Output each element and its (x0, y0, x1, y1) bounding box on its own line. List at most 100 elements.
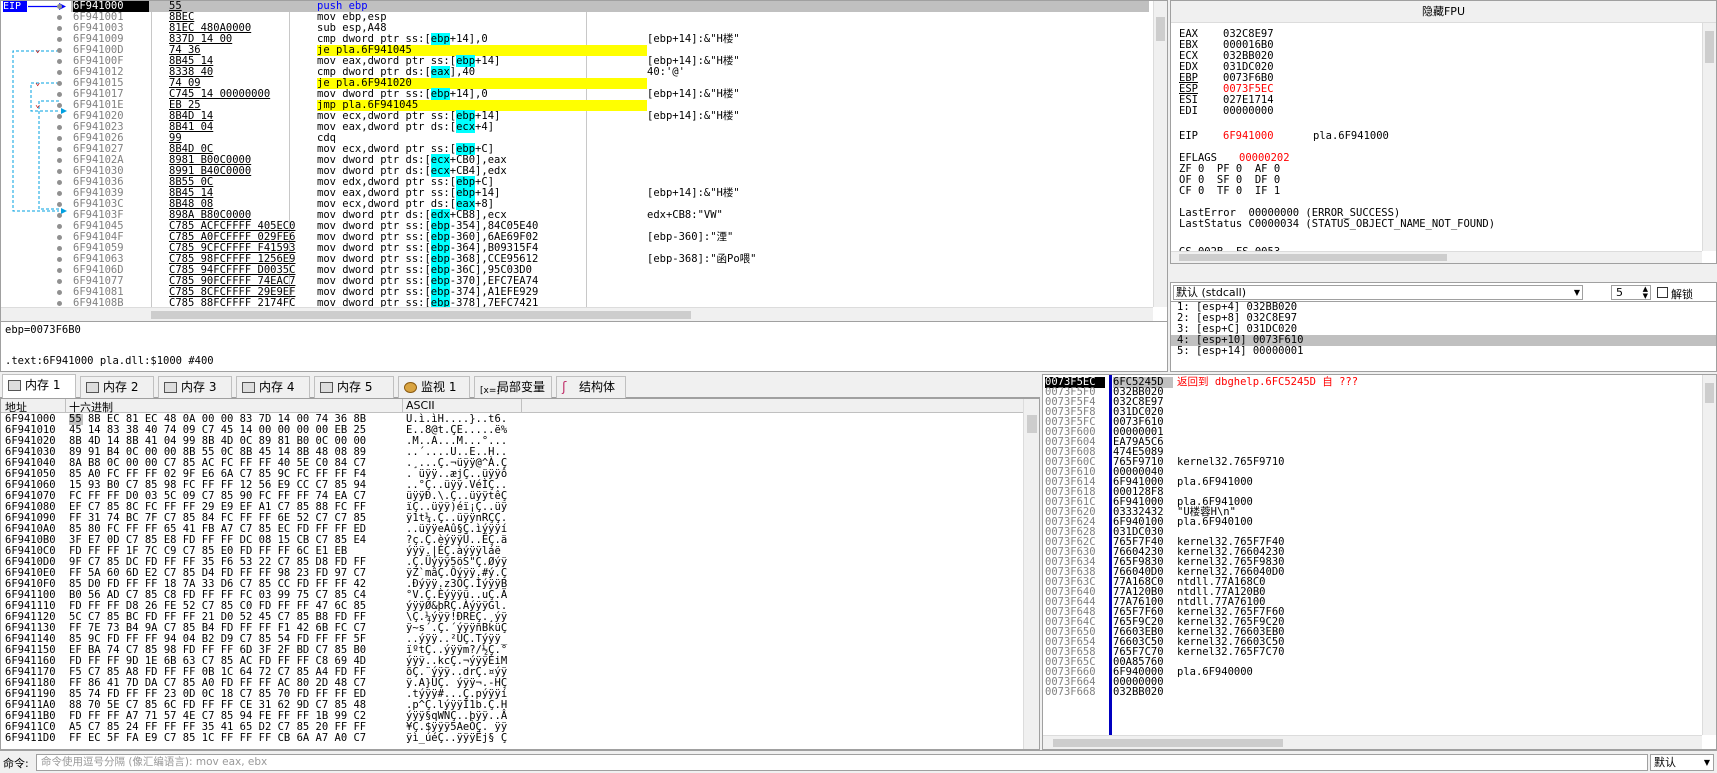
tab-memory-1[interactable]: 内存 1 (2, 374, 76, 398)
memory-dump-pane[interactable]: 地址 十六进制 ASCII 6F941000 55 8B EC 81 EC 48 … (0, 398, 1040, 750)
breakpoint-dot[interactable] (57, 37, 62, 42)
calling-convention-select[interactable]: 默认 (stdcall) ▼ (1173, 285, 1583, 300)
stack-args-list[interactable]: 1: [esp+4] 032BB020 2: [esp+8] 032C8E97 3:… (1170, 302, 1717, 372)
disasm-row[interactable]: 6F941017 C745 14 00000000 mov dword ptr ss… (57, 88, 1149, 100)
disasm-row[interactable]: 6F941023 8B41 04 mov eax,dword ptr ds:[ecx… (57, 121, 1149, 133)
breakpoint-dot[interactable] (57, 180, 62, 185)
breakpoint-dot[interactable] (57, 92, 62, 97)
dump-tabs: 内存 1 内存 2 内存 3 内存 4 内存 5 监视 1 [x=] 局部变量 ʃ 结构体 (0, 374, 1040, 398)
hide-fpu-button[interactable]: 隐藏FPU (1171, 1, 1716, 23)
breakpoint-dot[interactable] (57, 70, 62, 75)
tab-label: 局部变量 (497, 380, 546, 394)
regs-vscroll[interactable] (1702, 23, 1716, 251)
watch-icon (404, 382, 417, 393)
breakpoint-dot[interactable] (57, 169, 62, 174)
breakpoint-dot[interactable] (57, 202, 62, 207)
dump-header: 地址 十六进制 ASCII (1, 399, 1039, 414)
disasm-comment: [ebp+14]:&"H楼" (647, 110, 740, 122)
unlock-label: 解锁 (1671, 288, 1693, 301)
breakpoint-dot[interactable] (57, 279, 62, 284)
tab-memory-4[interactable]: 内存 4 (236, 376, 310, 398)
command-input[interactable]: 命令使用逗号分隔 (像汇编语言): mov eax, ebx (36, 754, 1648, 771)
locals-icon: [x=] (480, 386, 500, 396)
tab-struct[interactable]: ʃ 结构体 (556, 376, 626, 398)
register-name: EIP (1179, 130, 1198, 142)
disasm-instruction: mov eax,dword ptr ds:[ecx+4] (317, 121, 495, 133)
registers-pane[interactable]: 隐藏FPU EAX 032C8E97 EBX 000016B0 ECX 032BB020 E… (1170, 0, 1717, 264)
info-line-section: .text:6F941000 pla.dll:$1000 #400 (5, 355, 214, 367)
disasm-row[interactable]: 6F941020 8B4D 14 mov ecx,dword ptr ss:[ebp… (57, 110, 1149, 122)
disasm-vscroll[interactable] (1153, 1, 1167, 307)
breakpoint-dot[interactable] (57, 114, 62, 119)
command-mode-select[interactable]: 默认 ▼ (1650, 754, 1714, 771)
tab-memory-5[interactable]: 内存 5 (314, 376, 394, 398)
breakpoint-dot[interactable] (57, 224, 62, 229)
breakpoint-dot[interactable] (57, 48, 62, 53)
tab-watch[interactable]: 监视 1 (398, 376, 470, 398)
memory-icon (164, 382, 177, 393)
breakpoint-dot[interactable] (57, 268, 62, 273)
stack-pane[interactable]: 0073F5EC 6FC5245D 返回到 dbghelp.6FC5245D 自 ?… (1042, 374, 1717, 750)
disasm-row[interactable]: 6F941012 8338 40 cmp dword ptr ds:[eax],40… (57, 66, 1149, 78)
struct-icon: ʃ (562, 380, 567, 395)
breakpoint-dot[interactable] (57, 59, 62, 64)
tab-memory-2[interactable]: 内存 2 (80, 376, 154, 398)
disasm-row[interactable]: 6F94101E EB 25 jmp pla.6F941045 ⌄ (35, 100, 1149, 111)
breakpoint-dot[interactable] (57, 136, 62, 141)
spinner-arrows-icon: ▲ ▼ (1642, 285, 1648, 300)
breakpoint-dot[interactable] (57, 191, 62, 196)
disasm-row[interactable]: 6F941026 99 cdq (57, 133, 1149, 144)
register-eip[interactable]: EIP 6F941000 pla.6F941000 (1179, 131, 1389, 143)
breakpoint-dot[interactable] (57, 81, 62, 86)
tab-memory-3[interactable]: 内存 3 (158, 376, 232, 398)
stack-row[interactable]: 0073F668 032BB020 (1043, 687, 1703, 698)
disasm-row[interactable]: 6F941009 837D 14 00 cmp dword ptr ss:[ebp+… (57, 33, 1149, 45)
arg-count-spinner[interactable]: 5 ▲ ▼ (1611, 285, 1651, 300)
breakpoint-dot[interactable] (57, 4, 62, 9)
dump-vscroll[interactable] (1023, 399, 1039, 749)
breakpoint-dot[interactable] (57, 103, 62, 108)
command-bar: 命令: 命令使用逗号分隔 (像汇编语言): mov eax, ebx 默认 ▼ (0, 750, 1717, 773)
disasm-row[interactable]: 6F941000 55 push ebp (57, 1, 1149, 12)
disasm-comment: [ebp+14]:&"H楼" (647, 88, 740, 100)
tab-label: 内存 1 (25, 378, 61, 392)
breakpoint-dot[interactable] (57, 125, 62, 130)
tab-locals[interactable]: [x=] 局部变量 (474, 376, 552, 398)
col-ascii: ASCII (406, 399, 435, 412)
dump-hex[interactable]: FF EC 5F FA E9 C7 85 1C FF FF FF CB 6A A… (69, 733, 409, 744)
disasm-row[interactable]: 6F94100F 8B45 14 mov eax,dword ptr ss:[ebp… (57, 55, 1149, 67)
memory-icon (320, 382, 333, 393)
memory-icon (86, 382, 99, 393)
disasm-hscroll[interactable] (1, 307, 1153, 321)
breakpoint-dot[interactable] (57, 246, 62, 251)
regs-hscroll[interactable] (1171, 251, 1702, 263)
memory-icon (8, 380, 21, 391)
flags-row[interactable]: CF 0 TF 0 IF 1 (1179, 186, 1280, 198)
breakpoint-dot[interactable] (57, 257, 62, 262)
stack-arg-row[interactable]: 5: [esp+14] 00000001 (1171, 346, 1716, 357)
breakpoint-dot[interactable] (57, 26, 62, 31)
disasm-bytes: 8B41 04 (169, 121, 214, 133)
stack-vscroll[interactable] (1702, 375, 1716, 735)
breakpoint-dot[interactable] (57, 235, 62, 240)
breakpoint-dot[interactable] (57, 301, 62, 306)
stack-hscroll[interactable] (1043, 735, 1702, 749)
breakpoint-dot[interactable] (57, 290, 62, 295)
breakpoint-dot[interactable] (57, 147, 62, 152)
jump-marker-icon: ⌄ (35, 78, 41, 88)
memory-icon (242, 382, 255, 393)
register-edi[interactable]: EDI 00000000 (1179, 106, 1313, 118)
disasm-row[interactable]: 6F941039 8B45 14 mov eax,dword ptr ss:[ebp… (57, 187, 1149, 199)
disasm-row[interactable]: 6F941030 8991 B40C0000 mov dword ptr ds:[e… (57, 165, 1149, 177)
breakpoint-dot[interactable] (57, 213, 62, 218)
disassembly-pane[interactable]: EIP 6F941000 55 push ebp 6F941001 8BEC mov eb… (0, 0, 1168, 322)
jump-marker-icon: ⌄ (35, 100, 41, 110)
disasm-row[interactable]: 6F941003 81EC 480A0000 sub esp,A48 (57, 23, 1149, 34)
disasm-row[interactable]: 6F941036 8B55 0C mov edx,dword ptr ss:[ebp… (57, 176, 1149, 188)
dump-ascii[interactable]: ÿì_úéÇ..ÿÿÿËj§ Ç (406, 733, 516, 744)
breakpoint-dot[interactable] (57, 15, 62, 20)
unlock-checkbox[interactable] (1657, 287, 1668, 298)
breakpoint-dot[interactable] (57, 158, 62, 163)
disasm-row[interactable]: 6F94100D 74 36 je pla.6F941045 ⌄ (35, 45, 1149, 56)
laststatus-row: LastStatus C0000034 (STATUS_OBJECT_NAME_… (1179, 218, 1496, 230)
